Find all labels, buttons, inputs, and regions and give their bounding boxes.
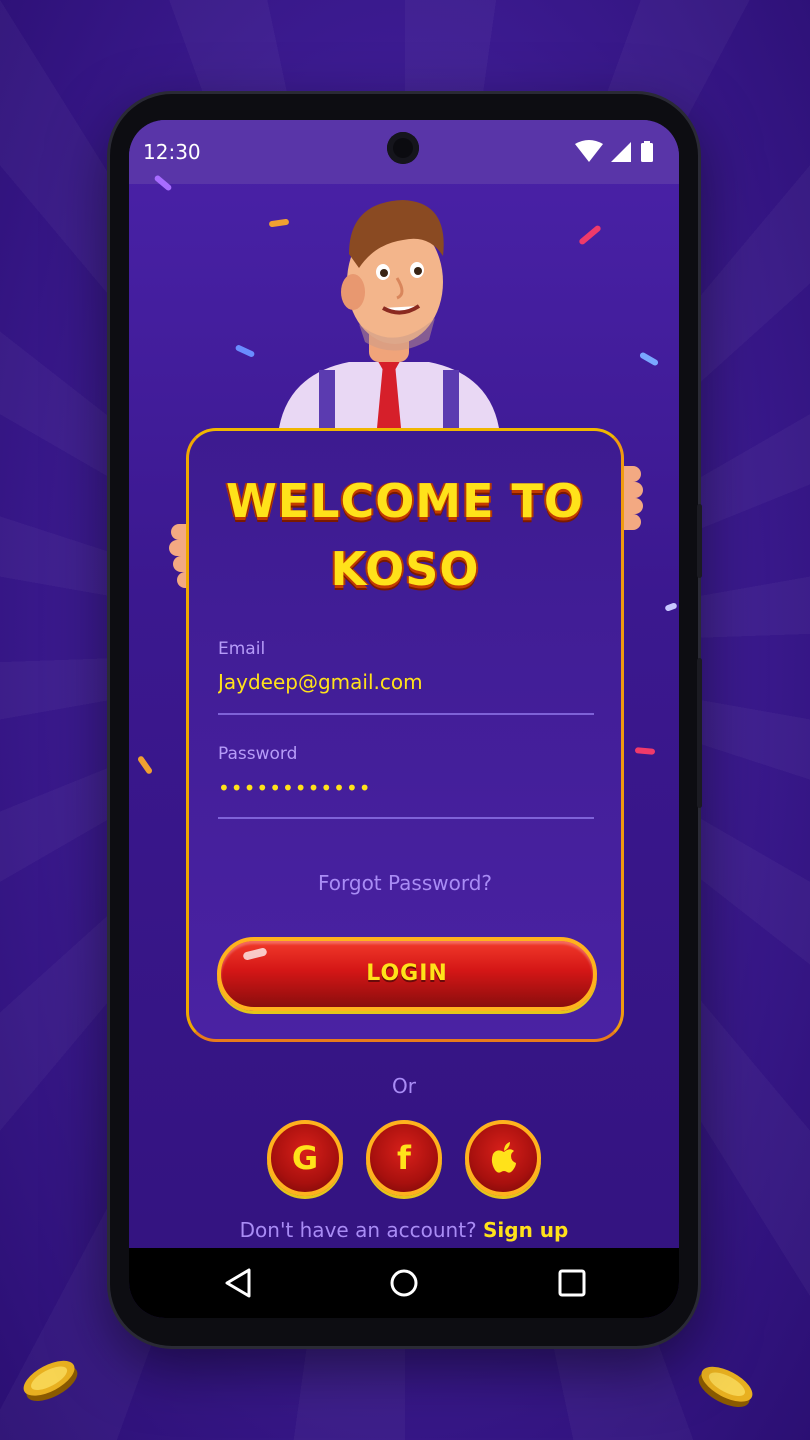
facebook-icon: f (397, 1139, 411, 1177)
coin-right-icon (698, 1366, 753, 1407)
confetti (634, 747, 656, 755)
home-icon[interactable] (387, 1266, 421, 1300)
facebook-login-button[interactable]: f (366, 1120, 442, 1196)
front-camera (387, 132, 419, 164)
wifi-icon (575, 140, 603, 162)
forgot-password-link[interactable]: Forgot Password? (189, 871, 621, 895)
signup-row: Don't have an account? Sign up (129, 1218, 679, 1242)
confetti (136, 755, 154, 775)
signup-link[interactable]: Sign up (483, 1218, 568, 1242)
phone-frame: 12:30 WELCOME TO KOSO Email Jaydeep@gmai… (110, 94, 702, 1346)
google-icon: G (291, 1139, 319, 1177)
email-field[interactable] (218, 667, 594, 697)
login-button-label: LOGIN (366, 961, 448, 986)
apple-icon (491, 1142, 516, 1173)
login-card: WELCOME TO KOSO Email Password Forgot Pa… (186, 428, 624, 1042)
or-divider: Or (392, 1074, 416, 1098)
app-screen: 12:30 WELCOME TO KOSO Email Jaydeep@gmai… (129, 120, 679, 1318)
password-underline (218, 817, 594, 819)
confetti (578, 224, 602, 246)
confetti (234, 344, 256, 358)
signup-prompt: Don't have an account? (239, 1218, 477, 1242)
confetti (664, 602, 678, 612)
email-underline (218, 713, 594, 715)
status-bar: 12:30 (129, 120, 679, 184)
email-label: Email (218, 639, 266, 659)
recents-icon[interactable] (555, 1266, 589, 1300)
password-label: Password (218, 744, 298, 764)
power-button (697, 504, 702, 578)
apple-login-button[interactable] (465, 1120, 541, 1196)
confetti (638, 351, 660, 367)
back-icon[interactable] (223, 1266, 257, 1300)
mascot-character (279, 200, 499, 428)
welcome-title-line2: KOSO (330, 542, 480, 596)
status-time: 12:30 (143, 140, 201, 164)
welcome-title-line1: WELCOME TO (225, 474, 585, 528)
login-button[interactable]: LOGIN (217, 937, 597, 1011)
nav-bar (129, 1248, 679, 1318)
signal-icon (611, 142, 631, 162)
coin-left-icon (23, 1360, 78, 1401)
battery-icon (641, 141, 653, 162)
password-field[interactable] (218, 773, 594, 803)
google-login-button[interactable]: G (267, 1120, 343, 1196)
volume-button (697, 658, 702, 808)
welcome-title: WELCOME TO KOSO (189, 467, 621, 603)
